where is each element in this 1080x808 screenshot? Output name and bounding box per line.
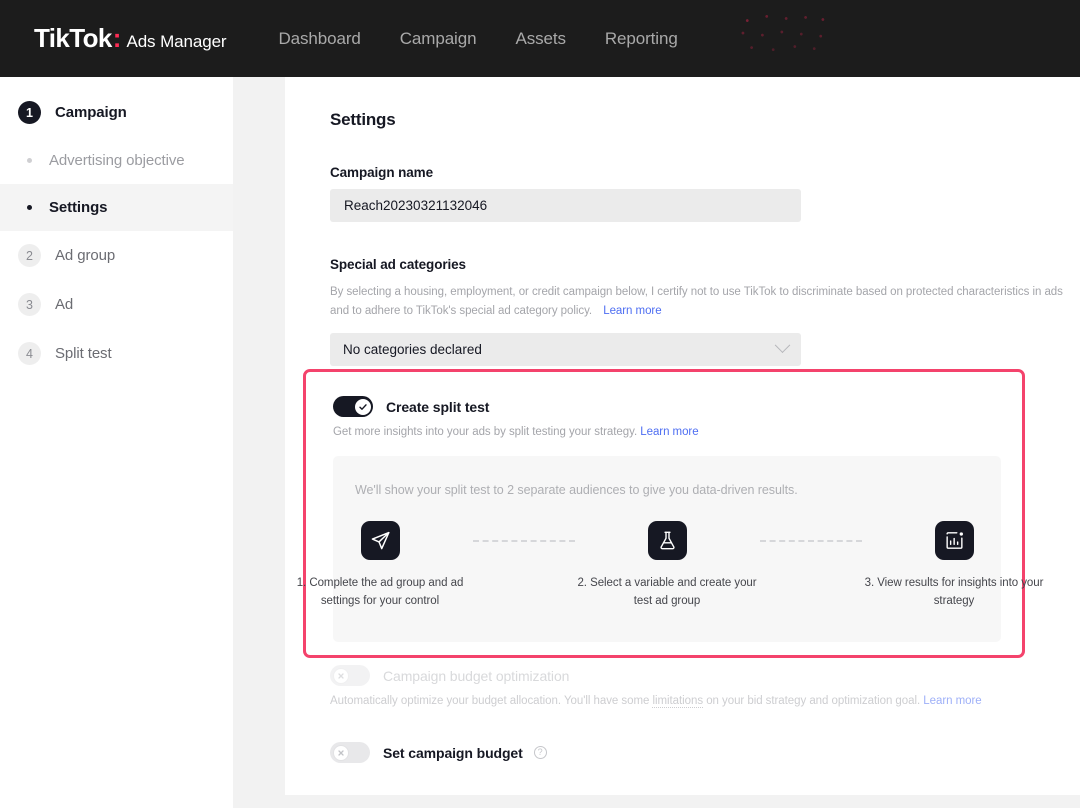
- split-test-promo-panel: We'll show your split test to 2 separate…: [333, 456, 1001, 642]
- disclaimer-line-1: By selecting a housing, employment, or c…: [330, 283, 1080, 302]
- check-icon: [358, 402, 368, 412]
- cbo-description-part-2: on your bid strategy and optimization go…: [703, 695, 920, 707]
- close-icon: [336, 671, 346, 681]
- toggle-knob: [333, 745, 349, 761]
- sidebar-item-advertising-objective[interactable]: Advertising objective: [0, 137, 233, 184]
- brand-colon: :: [113, 23, 122, 54]
- create-split-test-description-text: Get more insights into your ads by split…: [333, 426, 637, 438]
- campaign-name-input[interactable]: [330, 189, 801, 222]
- close-icon: [336, 748, 346, 758]
- step-badge-1: 1: [18, 101, 41, 124]
- sidebar-item-ad-label: Ad: [55, 296, 73, 313]
- bullet-dot-icon: [27, 205, 32, 210]
- sidebar-item-split-test[interactable]: 4 Split test: [0, 329, 233, 378]
- split-test-step-1-text: 1. Complete the ad group and ad settings…: [288, 574, 473, 610]
- nav-item-assets[interactable]: Assets: [515, 29, 565, 49]
- brand-logo[interactable]: TikTok : Ads Manager: [34, 23, 226, 54]
- split-test-steps: 1. Complete the ad group and ad settings…: [333, 521, 1001, 610]
- nav-item-campaign[interactable]: Campaign: [400, 29, 477, 49]
- campaign-steps-sidebar: 1 Campaign Advertising objective Setting…: [0, 77, 233, 808]
- create-split-test-label: Create split test: [386, 399, 489, 415]
- sidebar-item-campaign-label: Campaign: [55, 104, 127, 121]
- page-title: Settings: [330, 110, 1080, 130]
- split-test-step-3: 3. View results for insights into your s…: [862, 521, 1047, 610]
- flask-icon: [648, 521, 687, 560]
- set-campaign-budget-row: Set campaign budget ?: [330, 742, 547, 763]
- cbo-description-part-1: Automatically optimize your budget alloc…: [330, 695, 652, 707]
- cbo-learn-more-link[interactable]: Learn more: [923, 695, 981, 707]
- toggle-knob: [333, 668, 349, 684]
- campaign-budget-optimization-section: Campaign budget optimization Automatical…: [330, 665, 1030, 707]
- step-badge-4: 4: [18, 342, 41, 365]
- special-ad-categories-learn-more-link[interactable]: Learn more: [603, 305, 661, 317]
- sidebar-item-advertising-objective-label: Advertising objective: [49, 152, 184, 169]
- sidebar-item-split-test-label: Split test: [55, 345, 112, 362]
- step-connector-dashed-line: [473, 540, 575, 542]
- sidebar-item-ad-group-label: Ad group: [55, 247, 115, 264]
- sidebar-item-ad-group[interactable]: 2 Ad group: [0, 231, 233, 280]
- brand-name-tiktok: TikTok: [34, 23, 112, 54]
- step-connector-dashed-line: [760, 540, 862, 542]
- toggle-knob: [355, 399, 371, 415]
- sidebar-item-settings-label: Settings: [49, 199, 107, 216]
- split-test-highlight-box: Create split test Get more insights into…: [303, 369, 1025, 658]
- create-split-test-description: Get more insights into your ads by split…: [333, 426, 994, 438]
- bullet-dot-icon: [27, 158, 32, 163]
- split-test-promo-lead: We'll show your split test to 2 separate…: [333, 483, 1001, 497]
- create-split-test-row: Create split test: [333, 396, 994, 417]
- campaign-budget-optimization-row: Campaign budget optimization: [330, 665, 1030, 686]
- step-badge-3: 3: [18, 293, 41, 316]
- top-navigation-bar: TikTok : Ads Manager Dashboard Campaign …: [0, 0, 1080, 77]
- campaign-name-label: Campaign name: [330, 165, 1080, 180]
- sidebar-item-ad[interactable]: 3 Ad: [0, 280, 233, 329]
- question-mark-icon[interactable]: ?: [534, 746, 547, 759]
- split-test-step-3-text: 3. View results for insights into your s…: [862, 574, 1047, 610]
- special-ad-categories-label: Special ad categories: [330, 257, 1080, 272]
- campaign-budget-optimization-label: Campaign budget optimization: [383, 668, 569, 684]
- cbo-tooltip-word[interactable]: limitations: [652, 695, 703, 708]
- special-ad-categories-selected-value: No categories declared: [343, 342, 482, 357]
- chevron-down-icon: [775, 337, 791, 353]
- send-plane-icon: [361, 521, 400, 560]
- split-test-step-1: 1. Complete the ad group and ad settings…: [288, 521, 473, 610]
- split-test-learn-more-link[interactable]: Learn more: [640, 426, 698, 438]
- special-ad-categories-disclaimer: By selecting a housing, employment, or c…: [330, 283, 1080, 321]
- brand-name-ads-manager: Ads Manager: [126, 32, 226, 52]
- main-nav: Dashboard Campaign Assets Reporting: [278, 29, 677, 49]
- redacted-nav-region: [730, 6, 838, 58]
- nav-item-reporting[interactable]: Reporting: [605, 29, 678, 49]
- split-test-step-2: 2. Select a variable and create your tes…: [575, 521, 760, 610]
- bar-chart-report-icon: [935, 521, 974, 560]
- split-test-step-2-text: 2. Select a variable and create your tes…: [575, 574, 760, 610]
- set-campaign-budget-toggle[interactable]: [330, 742, 370, 763]
- set-campaign-budget-label: Set campaign budget: [383, 745, 523, 761]
- sidebar-item-campaign[interactable]: 1 Campaign: [0, 88, 233, 137]
- sidebar-item-settings[interactable]: Settings: [0, 184, 233, 231]
- campaign-budget-optimization-description: Automatically optimize your budget alloc…: [330, 695, 1030, 707]
- nav-item-dashboard[interactable]: Dashboard: [278, 29, 360, 49]
- disclaimer-line-2: and to adhere to TikTok's special ad cat…: [330, 305, 592, 317]
- campaign-budget-optimization-toggle[interactable]: [330, 665, 370, 686]
- step-badge-2: 2: [18, 244, 41, 267]
- special-ad-categories-select[interactable]: No categories declared: [330, 333, 801, 366]
- create-split-test-toggle[interactable]: [333, 396, 373, 417]
